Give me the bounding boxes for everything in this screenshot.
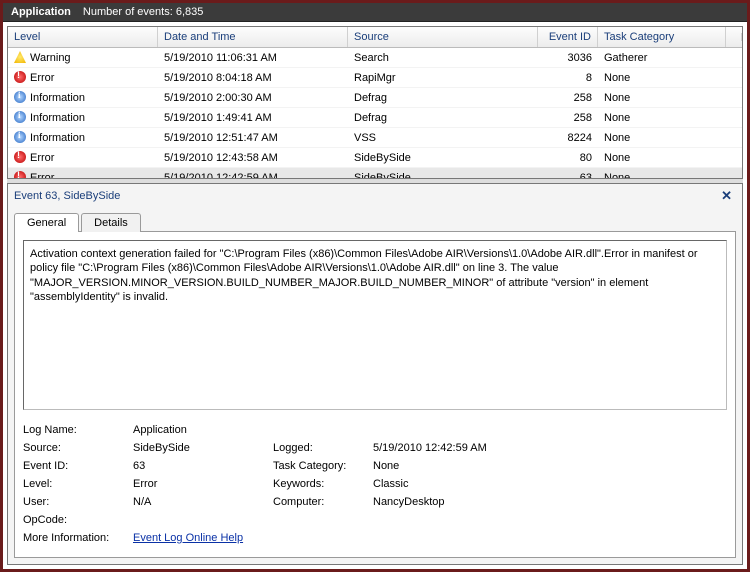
cell-category: None <box>598 150 742 166</box>
v-user: N/A <box>133 496 273 508</box>
event-viewer-window: Application Number of events: 6,835 Leve… <box>0 0 750 572</box>
k-source: Source: <box>23 442 133 454</box>
k-moreinfo: More Information: <box>23 532 133 544</box>
cell-eventid: 3036 <box>538 50 598 66</box>
k-eid: Event ID: <box>23 460 133 472</box>
cell-category: None <box>598 110 742 126</box>
info-icon <box>14 131 26 143</box>
col-header-category[interactable]: Task Category <box>598 27 726 47</box>
event-properties: Log Name: Application Source: SideBySide… <box>23 424 727 544</box>
cell-eventid: 258 <box>538 110 598 126</box>
table-row[interactable]: Information 5/19/2010 1:49:41 AMDefrag258… <box>8 108 742 128</box>
cell-eventid: 8224 <box>538 130 598 146</box>
table-row[interactable]: Error 5/19/2010 12:43:58 AMSideBySide80No… <box>8 148 742 168</box>
v-logged: 5/19/2010 12:42:59 AM <box>373 442 727 454</box>
cell-date: 5/19/2010 12:42:59 AM <box>158 170 348 179</box>
tabs: General Details <box>14 212 736 231</box>
detail-title: Event 63, SideBySide <box>14 190 120 202</box>
cell-source: SideBySide <box>348 150 538 166</box>
warn-icon <box>14 51 26 63</box>
info-icon <box>14 91 26 103</box>
table-row[interactable]: Warning 5/19/2010 11:06:31 AMSearch3036Ga… <box>8 48 742 68</box>
detail-title-bar: Event 63, SideBySide ✕ <box>8 184 742 208</box>
v-eid: 63 <box>133 460 273 472</box>
cell-date: 5/19/2010 12:43:58 AM <box>158 150 348 166</box>
err-icon <box>14 171 26 178</box>
k-logname: Log Name: <box>23 424 133 436</box>
k-computer: Computer: <box>273 496 373 508</box>
cell-eventid: 8 <box>538 70 598 86</box>
k-logged: Logged: <box>273 442 373 454</box>
cell-category: None <box>598 130 742 146</box>
cell-date: 5/19/2010 12:51:47 AM <box>158 130 348 146</box>
v-logname: Application <box>133 424 727 436</box>
tab-details[interactable]: Details <box>81 213 141 232</box>
cell-date: 5/19/2010 1:49:41 AM <box>158 110 348 126</box>
cell-date: 5/19/2010 11:06:31 AM <box>158 50 348 66</box>
cell-level: Error <box>30 72 54 84</box>
cell-source: Search <box>348 50 538 66</box>
title-bar: Application Number of events: 6,835 <box>3 3 747 22</box>
v-level: Error <box>133 478 273 490</box>
event-grid: Level Date and Time Source Event ID Task… <box>7 26 743 179</box>
scroll-stub <box>726 33 742 41</box>
k-keywords: Keywords: <box>273 478 373 490</box>
grid-body[interactable]: Warning 5/19/2010 11:06:31 AMSearch3036Ga… <box>8 48 742 178</box>
detail-pane: Event 63, SideBySide ✕ General Details A… <box>7 183 743 565</box>
v-source: SideBySide <box>133 442 273 454</box>
table-row[interactable]: Information 5/19/2010 12:51:47 AMVSS8224N… <box>8 128 742 148</box>
cell-level: Error <box>30 172 54 178</box>
close-icon[interactable]: ✕ <box>717 188 736 204</box>
v-computer: NancyDesktop <box>373 496 727 508</box>
info-icon <box>14 111 26 123</box>
cell-level: Error <box>30 152 54 164</box>
event-log-help-link[interactable]: Event Log Online Help <box>133 532 243 544</box>
cell-category: None <box>598 170 742 179</box>
k-cat: Task Category: <box>273 460 373 472</box>
cell-eventid: 258 <box>538 90 598 106</box>
cell-date: 5/19/2010 2:00:30 AM <box>158 90 348 106</box>
k-level: Level: <box>23 478 133 490</box>
err-icon <box>14 151 26 163</box>
event-count: Number of events: 6,835 <box>83 6 203 18</box>
err-icon <box>14 71 26 83</box>
tab-body-general: Activation context generation failed for… <box>14 231 736 558</box>
cell-source: RapiMgr <box>348 70 538 86</box>
col-header-eventid[interactable]: Event ID <box>538 27 598 47</box>
cell-source: Defrag <box>348 90 538 106</box>
v-opcode <box>133 514 727 526</box>
col-header-level[interactable]: Level <box>8 27 158 47</box>
cell-level: Warning <box>30 52 71 64</box>
cell-level: Information <box>30 112 85 124</box>
cell-source: Defrag <box>348 110 538 126</box>
cell-category: None <box>598 70 742 86</box>
cell-level: Information <box>30 92 85 104</box>
cell-category: None <box>598 90 742 106</box>
cell-eventid: 80 <box>538 150 598 166</box>
v-cat: None <box>373 460 727 472</box>
cell-source: VSS <box>348 130 538 146</box>
cell-date: 5/19/2010 8:04:18 AM <box>158 70 348 86</box>
table-row[interactable]: Error 5/19/2010 8:04:18 AMRapiMgr8None <box>8 68 742 88</box>
cell-source: SideBySide <box>348 170 538 179</box>
app-name: Application <box>11 6 71 18</box>
cell-level: Information <box>30 132 85 144</box>
event-message[interactable]: Activation context generation failed for… <box>23 240 727 410</box>
cell-category: Gatherer <box>598 50 742 66</box>
table-row[interactable]: Error 5/19/2010 12:42:59 AMSideBySide63No… <box>8 168 742 178</box>
k-opcode: OpCode: <box>23 514 133 526</box>
cell-eventid: 63 <box>538 170 598 179</box>
table-row[interactable]: Information 5/19/2010 2:00:30 AMDefrag258… <box>8 88 742 108</box>
tab-general[interactable]: General <box>14 213 79 232</box>
k-user: User: <box>23 496 133 508</box>
grid-header: Level Date and Time Source Event ID Task… <box>8 27 742 48</box>
col-header-source[interactable]: Source <box>348 27 538 47</box>
v-keywords: Classic <box>373 478 727 490</box>
col-header-date[interactable]: Date and Time <box>158 27 348 47</box>
